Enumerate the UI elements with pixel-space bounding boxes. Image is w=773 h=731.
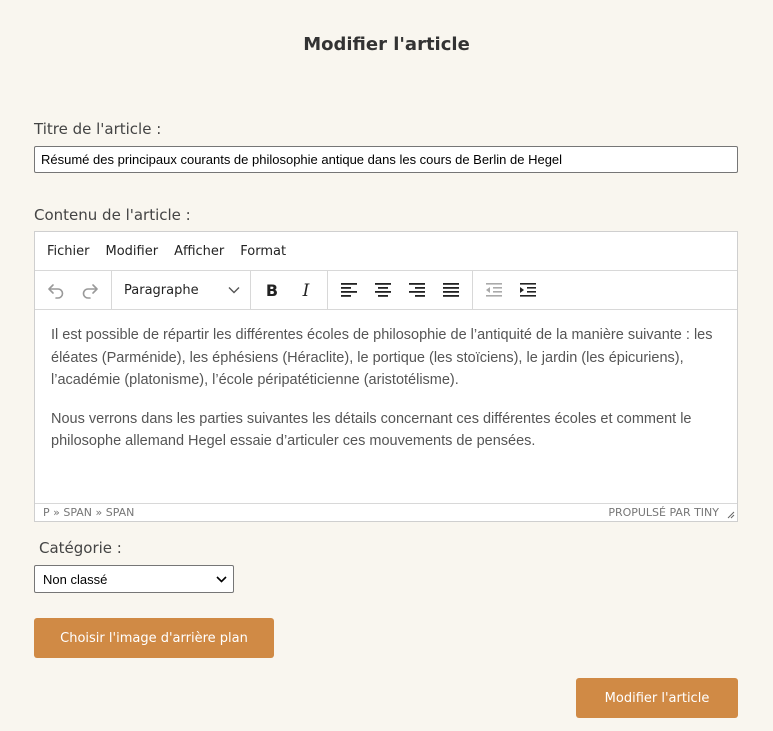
category-select[interactable]: Non classé bbox=[34, 565, 234, 593]
menu-modifier[interactable]: Modifier bbox=[98, 244, 167, 259]
editor-content-area[interactable]: Il est possible de répartir les différen… bbox=[35, 310, 737, 503]
menu-format[interactable]: Format bbox=[232, 244, 294, 259]
indent-button[interactable] bbox=[511, 275, 545, 305]
content-label: Contenu de l'article : bbox=[34, 206, 191, 224]
page-title: Modifier l'article bbox=[303, 34, 470, 55]
redo-button[interactable] bbox=[73, 275, 107, 305]
align-justify-icon bbox=[443, 283, 459, 297]
title-label: Titre de l'article : bbox=[34, 120, 162, 138]
indent-icon bbox=[520, 283, 536, 297]
menu-fichier[interactable]: Fichier bbox=[39, 244, 98, 259]
title-input[interactable] bbox=[34, 146, 738, 173]
element-path[interactable]: P » SPAN » SPAN bbox=[43, 506, 134, 519]
bold-button[interactable]: B bbox=[255, 275, 289, 305]
history-group bbox=[35, 271, 112, 309]
svg-text:I: I bbox=[302, 281, 310, 300]
resize-handle-icon[interactable] bbox=[727, 511, 735, 519]
block-format-group: Paragraphe bbox=[112, 271, 251, 309]
italic-icon: I bbox=[302, 281, 310, 300]
align-left-button[interactable] bbox=[332, 275, 366, 305]
align-center-icon bbox=[375, 283, 391, 297]
bold-icon: B bbox=[266, 281, 278, 300]
block-format-label: Paragraphe bbox=[124, 282, 199, 298]
rich-text-editor: Fichier Modifier Afficher Format Paragra… bbox=[34, 231, 738, 522]
block-format-select[interactable]: Paragraphe bbox=[116, 275, 246, 305]
tiny-branding-link[interactable]: PROPULSÉ PAR TINY bbox=[608, 506, 729, 519]
undo-icon bbox=[48, 284, 64, 299]
outdent-icon bbox=[486, 283, 502, 297]
italic-button[interactable]: I bbox=[289, 275, 323, 305]
redo-icon bbox=[82, 284, 98, 299]
format-group: B I bbox=[251, 271, 328, 309]
align-right-button[interactable] bbox=[400, 275, 434, 305]
align-group bbox=[328, 271, 473, 309]
content-paragraph: Il est possible de répartir les différen… bbox=[51, 327, 713, 388]
align-right-icon bbox=[409, 283, 425, 297]
editor-statusbar: P » SPAN » SPAN PROPULSÉ PAR TINY bbox=[35, 503, 737, 521]
svg-text:B: B bbox=[266, 281, 278, 300]
menu-afficher[interactable]: Afficher bbox=[166, 244, 232, 259]
align-center-button[interactable] bbox=[366, 275, 400, 305]
content-paragraph: Nous verrons dans les parties suivantes … bbox=[51, 410, 692, 450]
choose-background-image-button[interactable]: Choisir l'image d'arrière plan bbox=[34, 618, 274, 658]
editor-menubar: Fichier Modifier Afficher Format bbox=[35, 232, 737, 271]
submit-modify-article-button[interactable]: Modifier l'article bbox=[576, 678, 738, 718]
editor-toolbar: Paragraphe B I bbox=[35, 271, 737, 310]
outdent-button[interactable] bbox=[477, 275, 511, 305]
chevron-down-icon bbox=[216, 575, 227, 583]
category-selected-value: Non classé bbox=[43, 571, 108, 587]
chevron-down-icon bbox=[228, 287, 240, 294]
category-label: Catégorie : bbox=[39, 539, 122, 557]
align-left-icon bbox=[341, 283, 357, 297]
align-justify-button[interactable] bbox=[434, 275, 468, 305]
indent-group bbox=[473, 271, 549, 309]
undo-button[interactable] bbox=[39, 275, 73, 305]
